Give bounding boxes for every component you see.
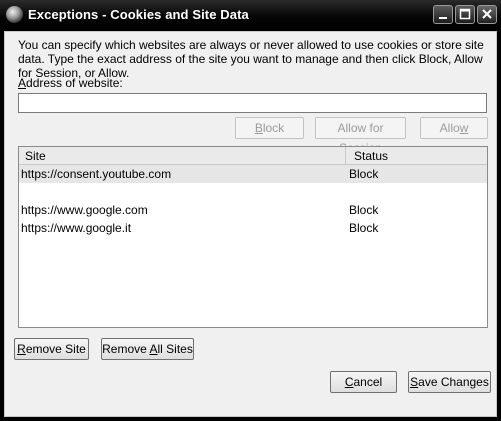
title-bar[interactable]: Exceptions - Cookies and Site Data xyxy=(0,0,501,31)
row-status: Block xyxy=(349,203,379,217)
exceptions-table[interactable]: Site Status https://consent.youtube.com … xyxy=(18,146,488,328)
block-accesskey: B xyxy=(254,121,263,135)
minimize-button[interactable] xyxy=(433,5,453,24)
block-button[interactable]: Block xyxy=(235,117,304,139)
window-title: Exceptions - Cookies and Site Data xyxy=(28,7,249,22)
row-status: Block xyxy=(349,221,379,235)
address-label-accesskey: A xyxy=(18,76,27,90)
address-input[interactable] xyxy=(18,93,487,113)
table-row[interactable]: https://www.google.it Block xyxy=(19,219,487,237)
column-header-status[interactable]: Status xyxy=(354,149,388,163)
row-site: https://www.google.it xyxy=(21,221,132,235)
save-accesskey: S xyxy=(410,375,419,389)
remove-site-button[interactable]: Remove Site xyxy=(14,338,89,360)
dialog-body: You can specify which websites are alway… xyxy=(4,31,497,417)
row-status: Block xyxy=(349,167,379,181)
close-button[interactable] xyxy=(477,5,497,24)
remove-all-accesskey: A xyxy=(149,342,158,356)
block-label: lock xyxy=(262,121,285,135)
remove-site-label: emove Site xyxy=(25,342,86,356)
dialog-window: Exceptions - Cookies and Site Data You c… xyxy=(0,0,501,421)
table-row[interactable]: https://consent.youtube.com Block xyxy=(19,165,487,183)
table-header: Site Status xyxy=(19,147,487,165)
allow-accesskey: w xyxy=(459,121,469,135)
remove-site-accesskey: R xyxy=(17,342,26,356)
remove-all-label-pre: Remove xyxy=(102,342,150,356)
save-label: ave Changes xyxy=(418,375,489,389)
row-site: https://www.google.com xyxy=(21,203,148,217)
maximize-icon xyxy=(459,8,471,20)
cancel-label: ancel xyxy=(353,375,383,389)
allow-button[interactable]: Allow xyxy=(420,117,488,139)
remove-all-sites-button[interactable]: Remove All Sites xyxy=(101,338,194,360)
row-site: https://consent.youtube.com xyxy=(21,167,172,181)
remove-all-label-post: ll Sites xyxy=(157,342,193,356)
column-divider[interactable] xyxy=(345,147,346,164)
maximize-button[interactable] xyxy=(455,5,475,24)
minimize-icon xyxy=(439,17,447,19)
table-row[interactable]: https://www.google.com Block xyxy=(19,201,487,219)
session-label-pre: Allow for xyxy=(337,121,384,135)
address-label-text: ddress of website: xyxy=(26,76,123,90)
save-changes-button[interactable]: Save Changes xyxy=(408,371,491,393)
column-header-site[interactable]: Site xyxy=(25,149,46,163)
cancel-button[interactable]: Cancel xyxy=(330,371,397,393)
app-logo-icon xyxy=(6,6,23,23)
intro-text: You can specify which websites are alway… xyxy=(18,38,484,80)
close-icon xyxy=(482,9,492,19)
allow-for-session-button[interactable]: Allow for Session xyxy=(315,117,406,155)
address-label: Address of website: xyxy=(18,76,123,90)
allow-label-pre: Allo xyxy=(439,121,460,135)
